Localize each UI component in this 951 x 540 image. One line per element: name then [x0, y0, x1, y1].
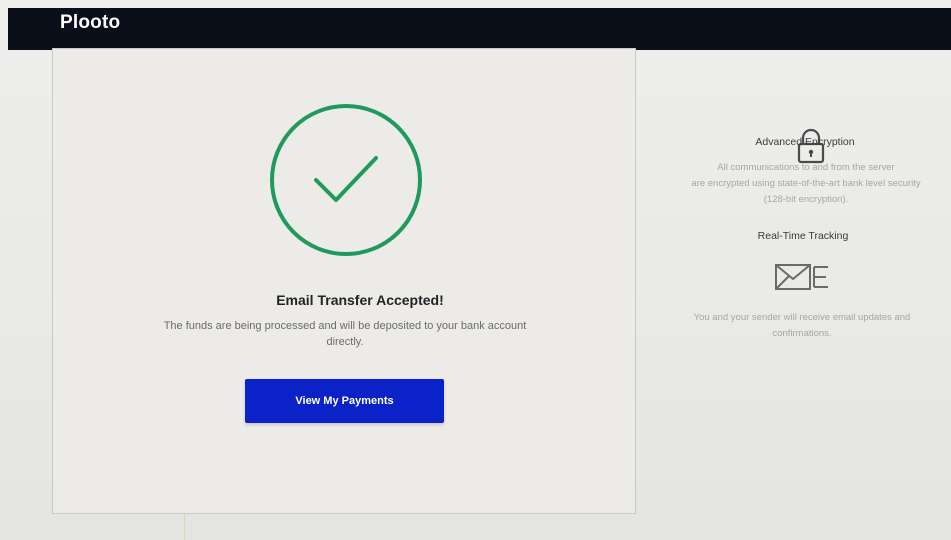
tracking-description-line-2: confirmations. [772, 328, 832, 339]
envelope-icon [774, 262, 830, 292]
confirmation-title: Email Transfer Accepted! [276, 292, 444, 308]
encryption-description-line-1: All communications to and from the serve… [717, 162, 895, 173]
encryption-title: Advanced Encryption [755, 136, 855, 148]
confirmation-message: The funds are being processed and will b… [138, 318, 552, 350]
tracking-description-line-1: You and your sender will receive email u… [693, 312, 911, 323]
encryption-description: All communications to and from the serve… [646, 160, 951, 208]
tracking-description: You and your sender will receive email u… [646, 310, 951, 342]
screen: Plooto Email Transfer Accepted! The fund… [0, 0, 951, 540]
encryption-description-line-2: are encrypted using state-of-the-art ban… [691, 178, 921, 189]
checkmark-circle-icon [268, 102, 424, 258]
confirmation-message-line-1: The funds are being processed and will b… [163, 320, 527, 332]
encryption-description-line-3: (128-bit encryption). [763, 194, 849, 205]
tracking-title: Real-Time Tracking [757, 230, 849, 242]
top-navigation-bar: Plooto [8, 8, 951, 50]
confirmation-message-line-2: directly. [326, 336, 364, 348]
view-my-payments-button[interactable]: View My Payments [245, 379, 444, 423]
brand-logo[interactable]: Plooto [60, 12, 120, 34]
